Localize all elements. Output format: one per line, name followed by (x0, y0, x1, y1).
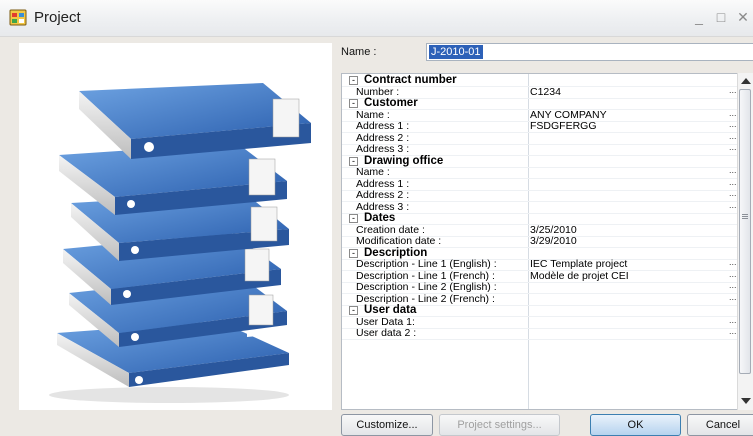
property-label: Address 1 : (356, 120, 410, 132)
ellipsis-edit-button[interactable]: ... (729, 142, 737, 154)
ellipsis-edit-button[interactable]: ... (729, 188, 737, 200)
property-group-row[interactable]: - Drawing office (342, 155, 737, 168)
collapse-toggle-icon[interactable]: - (349, 99, 358, 108)
project-image (19, 43, 332, 410)
property-row[interactable]: Modification date : 3/29/2010 (342, 235, 737, 248)
collapse-toggle-icon[interactable]: - (349, 248, 358, 258)
ellipsis-edit-button[interactable]: ... (729, 292, 737, 304)
name-label: Name : (341, 46, 377, 58)
scroll-up-arrow-icon[interactable] (741, 78, 751, 84)
property-group-row[interactable]: - Contract number (342, 74, 737, 87)
collapse-toggle-icon[interactable]: - (349, 76, 358, 85)
close-button[interactable]: ✕ (735, 8, 751, 26)
property-row[interactable]: Address 3 :... (342, 200, 737, 214)
ellipsis-edit-button[interactable]: ... (729, 280, 737, 292)
ellipsis-edit-button[interactable]: ... (729, 131, 737, 143)
property-label: Description - Line 2 (English) : (356, 281, 497, 293)
property-label: Address 2 : (356, 189, 410, 201)
ellipsis-edit-button[interactable]: ... (729, 119, 737, 131)
customize-button[interactable]: Customize... (341, 414, 433, 436)
scroll-down-arrow-icon[interactable] (741, 398, 751, 404)
ellipsis-edit-button[interactable]: ... (729, 257, 737, 269)
scrollbar-thumb[interactable] (739, 89, 751, 374)
grip-line (742, 214, 748, 215)
ellipsis-edit-button[interactable]: ... (729, 269, 737, 281)
property-label: Address 3 : (356, 143, 410, 155)
property-group-row[interactable]: - User data (342, 304, 737, 317)
grip-line (742, 216, 748, 217)
property-group-row[interactable]: - Customer (342, 97, 737, 110)
property-row[interactable]: Description - Line 1 (English) : IEC Temp… (342, 257, 737, 271)
property-group-label: Contract number (364, 74, 457, 86)
collapse-toggle-icon[interactable]: - (349, 214, 358, 223)
property-group-row[interactable]: - Dates (342, 212, 737, 225)
project-settings-button[interactable]: Project settings... (439, 414, 560, 436)
ellipsis-edit-button[interactable]: ... (729, 200, 737, 212)
property-row[interactable]: Address 3 :... (342, 142, 737, 156)
property-row[interactable]: Description - Line 2 (English) :... (342, 280, 737, 294)
cancel-button[interactable]: Cancel (687, 414, 753, 436)
property-group-label: Customer (364, 97, 418, 109)
ellipsis-edit-button[interactable]: ... (729, 85, 737, 97)
binders-stack-illustration (49, 83, 311, 403)
property-row[interactable]: Address 2 :... (342, 188, 737, 202)
property-value[interactable]: C1234 (530, 86, 561, 99)
property-value[interactable]: 3/29/2010 (530, 235, 577, 248)
ellipsis-edit-button[interactable]: ... (729, 326, 737, 338)
grip-line (742, 218, 748, 219)
property-value[interactable]: IEC Template project (530, 258, 627, 271)
row-separator (342, 339, 737, 340)
property-label: Description - Line 1 (English) : (356, 258, 497, 270)
maximize-button[interactable]: □ (713, 8, 729, 26)
properties-scrollbar[interactable] (737, 73, 753, 410)
property-row[interactable]: Address 1 : FSDGFERGG... (342, 119, 737, 133)
property-value[interactable]: Modèle de projet CEI (530, 270, 629, 283)
title-bar[interactable]: Project _ □ ✕ (0, 0, 753, 37)
project-name-value: J-2010-01 (429, 45, 483, 59)
ellipsis-edit-button[interactable]: ... (729, 108, 737, 120)
property-label: Modification date : (356, 235, 442, 247)
window-title: Project (34, 9, 81, 26)
project-dialog: Project _ □ ✕ Name: J-2010-01 - Contrac… (0, 0, 753, 436)
project-properties-grid[interactable]: - Contract number Number : C1234... - Custome… (341, 73, 753, 410)
collapse-toggle-icon[interactable]: - (349, 156, 358, 166)
project-name-input[interactable]: J-2010-01 (426, 43, 753, 61)
property-label: Name : (356, 166, 390, 178)
property-label: User data 2 : (356, 327, 417, 339)
property-row[interactable]: User data 2 :... (342, 326, 737, 340)
ellipsis-edit-button[interactable]: ... (729, 177, 737, 189)
ok-button[interactable]: OK (590, 414, 681, 436)
project-app-icon (9, 9, 27, 26)
property-group-label: Dates (364, 212, 396, 224)
minimize-button[interactable]: _ (691, 8, 707, 26)
collapse-toggle-icon[interactable]: - (349, 306, 358, 315)
property-row[interactable]: Name :... (342, 165, 737, 179)
ellipsis-edit-button[interactable]: ... (729, 165, 737, 177)
ellipsis-edit-button[interactable]: ... (729, 315, 737, 327)
property-group-label: User data (364, 304, 417, 316)
binder-6 (79, 83, 311, 159)
property-value[interactable]: FSDGFERGG (530, 120, 597, 133)
